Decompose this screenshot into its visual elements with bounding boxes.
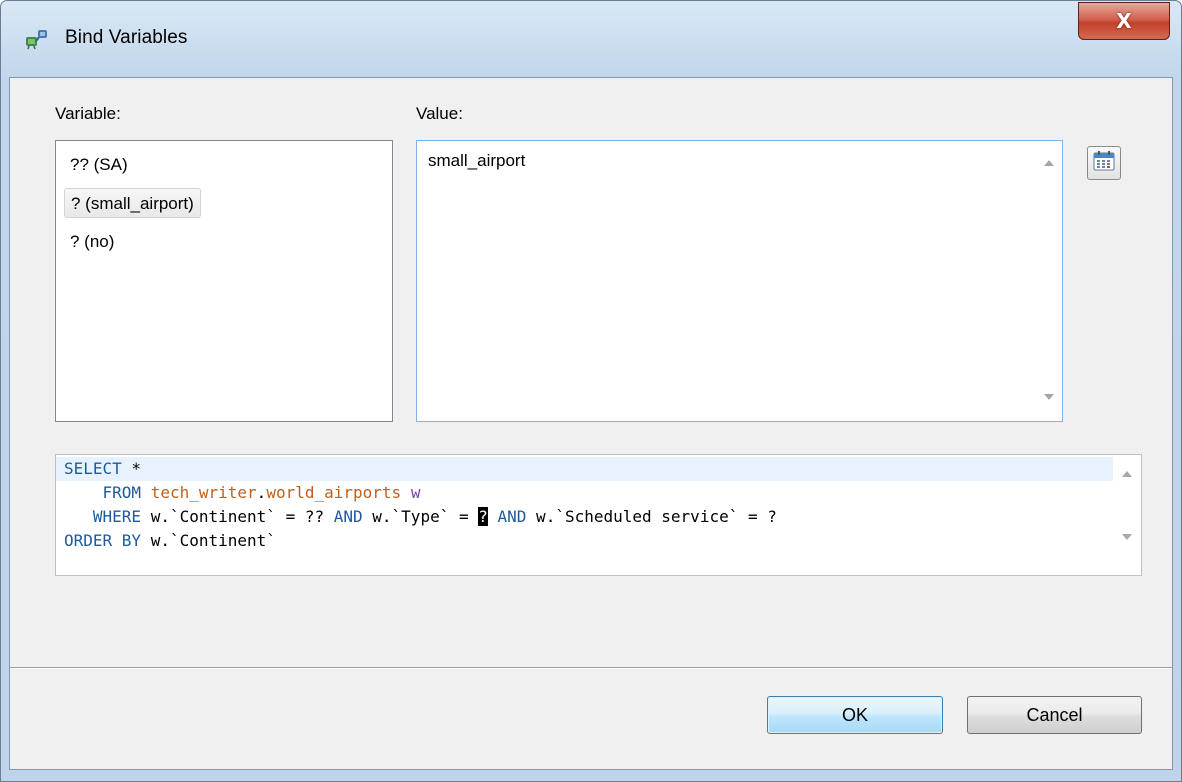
sql-token: AND: [333, 507, 363, 526]
sql-token: *: [121, 459, 142, 478]
sql-line: WHERE w.`Continent` = ?? AND w.`Type` = …: [56, 505, 1113, 529]
list-item-selected[interactable]: ? (small_airport): [64, 188, 201, 218]
value-label: Value:: [416, 104, 463, 123]
sql-token: FROM: [64, 483, 151, 502]
value-text: small_airport: [428, 151, 526, 170]
ok-button[interactable]: OK: [767, 696, 943, 734]
sql-token: AND: [497, 507, 527, 526]
sql-token: WHERE: [64, 507, 151, 526]
sql-token: w.`Continent`: [141, 531, 276, 550]
value-textarea[interactable]: small_airport: [416, 140, 1063, 422]
scroll-down-icon[interactable]: [1044, 394, 1054, 400]
sql-token: w.`Continent` = ??: [150, 507, 334, 526]
cancel-button[interactable]: Cancel: [967, 696, 1142, 734]
sql-token: w: [410, 483, 421, 502]
title-bar[interactable]: Bind Variables X: [1, 1, 1181, 77]
value-scrollbar[interactable]: [1036, 141, 1062, 421]
date-picker-button[interactable]: [1087, 146, 1121, 180]
close-button[interactable]: X: [1078, 2, 1170, 40]
list-item[interactable]: ?? (SA): [64, 150, 134, 180]
database-connection-icon: [25, 28, 49, 50]
sql-line: ORDER BY w.`Continent`: [56, 529, 1113, 553]
sql-token: SELECT: [64, 459, 122, 478]
button-bar-divider: [10, 667, 1172, 669]
close-icon: X: [1116, 9, 1132, 33]
sql-token: w.`Type` =: [362, 507, 479, 526]
window-title: Bind Variables: [65, 27, 188, 48]
sql-token: w.`Scheduled service` = ?: [526, 507, 777, 526]
sql-token: .: [256, 483, 267, 502]
sql-token: ORDER BY: [64, 531, 142, 550]
dialog-client-area: Variable: Value: ?? (SA) ? (small_airpor…: [9, 77, 1173, 770]
calendar-icon: [1093, 151, 1115, 175]
caret-placeholder: ?: [478, 507, 488, 526]
variable-list[interactable]: ?? (SA) ? (small_airport) ? (no): [55, 140, 393, 422]
sql-token: world_airports: [266, 483, 402, 502]
sql-scrollbar[interactable]: [1113, 455, 1141, 575]
sql-token: tech_writer: [150, 483, 257, 502]
variable-label: Variable:: [55, 104, 121, 123]
scroll-down-icon[interactable]: [1122, 534, 1132, 540]
sql-editor[interactable]: SELECT * FROM tech_writer.world_airports…: [55, 454, 1142, 576]
sql-line: FROM tech_writer.world_airports w: [56, 481, 1113, 505]
scroll-up-icon[interactable]: [1122, 471, 1132, 477]
sql-line: SELECT *: [56, 457, 1113, 481]
list-item[interactable]: ? (no): [64, 227, 120, 257]
scroll-up-icon[interactable]: [1044, 160, 1054, 166]
bind-variables-dialog: Bind Variables X Variable: Value: ?? (SA…: [0, 0, 1182, 782]
